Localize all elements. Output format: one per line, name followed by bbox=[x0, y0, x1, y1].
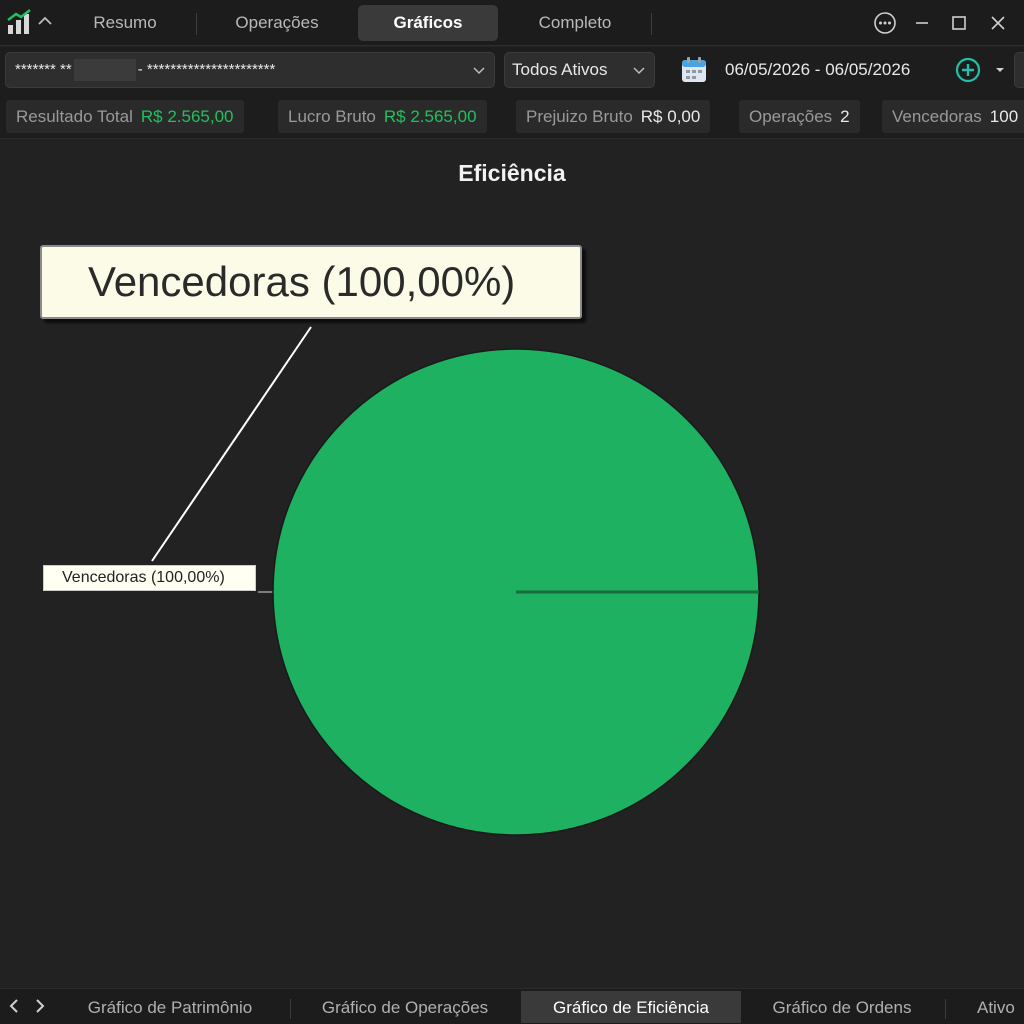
tab-separator bbox=[290, 999, 291, 1019]
chevron-down-icon bbox=[473, 67, 485, 75]
tab-grafico-operacoes[interactable]: Gráfico de Operações bbox=[300, 991, 510, 1023]
chart-title: Eficiência bbox=[458, 160, 566, 186]
stat-label: Vencedoras bbox=[892, 107, 982, 126]
chevron-left-icon[interactable] bbox=[6, 997, 22, 1015]
tab-graficos[interactable]: Gráficos bbox=[358, 5, 498, 41]
asset-select[interactable]: Todos Ativos bbox=[504, 52, 655, 88]
asset-select-value: Todos Ativos bbox=[512, 60, 608, 79]
stat-label: Prejuizo Bruto bbox=[526, 107, 633, 126]
overflow-button[interactable] bbox=[1014, 52, 1024, 88]
app-logo-icon bbox=[7, 9, 31, 34]
tab-grafico-ordens[interactable]: Gráfico de Ordens bbox=[752, 991, 932, 1023]
chevron-up-icon[interactable] bbox=[36, 12, 54, 30]
stat-operacoes: Operações 2 bbox=[739, 100, 860, 133]
date-range-picker[interactable]: 06/05/2026 - 06/05/2026 bbox=[725, 52, 910, 88]
stat-label: Operações bbox=[749, 107, 833, 126]
close-icon[interactable] bbox=[984, 9, 1012, 37]
tab-separator bbox=[945, 999, 946, 1019]
stats-bar: Resultado Total R$ 2.565,00 Lucro Bruto R$… bbox=[0, 95, 1024, 139]
tab-grafico-patrimonio[interactable]: Gráfico de Patrimônio bbox=[68, 991, 272, 1023]
chart-tooltip: Vencedoras (100,00%) bbox=[40, 245, 582, 319]
app-window: Resumo Operações Gráficos Completo *****… bbox=[0, 0, 1024, 1024]
account-prefix: ******* ** bbox=[15, 61, 72, 78]
pie-data-label: Vencedoras (100,00%) bbox=[43, 565, 256, 591]
tab-operacoes[interactable]: Operações bbox=[212, 5, 342, 41]
filter-bar: ******* ** - ********************** Todos… bbox=[0, 47, 1024, 95]
calendar-icon[interactable] bbox=[680, 56, 708, 84]
chart-panel: Eficiência Vencedoras (100,00%) Vencedor… bbox=[0, 140, 1024, 988]
tab-grafico-eficiencia[interactable]: Gráfico de Eficiência bbox=[521, 991, 741, 1023]
stat-prejuizo-bruto: Prejuizo Bruto R$ 0,00 bbox=[516, 100, 711, 133]
stat-value: R$ 0,00 bbox=[640, 107, 701, 126]
account-suffix: - ********************** bbox=[137, 61, 276, 78]
stat-value: R$ 2.565,00 bbox=[140, 107, 234, 126]
more-icon[interactable] bbox=[871, 9, 899, 37]
chevron-right-icon[interactable] bbox=[32, 997, 48, 1015]
tab-ativo[interactable]: Ativo bbox=[960, 991, 1024, 1023]
account-mask bbox=[73, 59, 136, 82]
stat-value: 100 bbox=[989, 107, 1019, 126]
caret-down-icon[interactable] bbox=[994, 65, 1006, 75]
stat-value: 2 bbox=[840, 107, 850, 126]
stat-vencedoras: Vencedoras 100 bbox=[882, 100, 1024, 133]
stat-label: Resultado Total bbox=[16, 107, 133, 126]
minimize-icon[interactable] bbox=[908, 9, 936, 37]
maximize-icon[interactable] bbox=[945, 9, 973, 37]
add-circle-icon[interactable] bbox=[955, 57, 981, 83]
tab-completo[interactable]: Completo bbox=[510, 5, 640, 41]
stat-value: R$ 2.565,00 bbox=[383, 107, 477, 126]
tab-separator bbox=[196, 13, 197, 35]
stat-lucro-bruto: Lucro Bruto R$ 2.565,00 bbox=[278, 100, 487, 133]
bottom-tab-bar: Gráfico de Patrimônio Gráfico de Operaçõ… bbox=[0, 988, 1024, 1024]
tab-separator bbox=[651, 13, 652, 35]
account-select[interactable]: ******* ** - ********************** bbox=[5, 52, 495, 88]
title-bar: Resumo Operações Gráficos Completo bbox=[0, 0, 1024, 46]
chevron-down-icon bbox=[633, 67, 645, 75]
stat-resultado-total: Resultado Total R$ 2.565,00 bbox=[6, 100, 244, 133]
tab-resumo[interactable]: Resumo bbox=[70, 5, 180, 41]
stat-label: Lucro Bruto bbox=[288, 107, 376, 126]
